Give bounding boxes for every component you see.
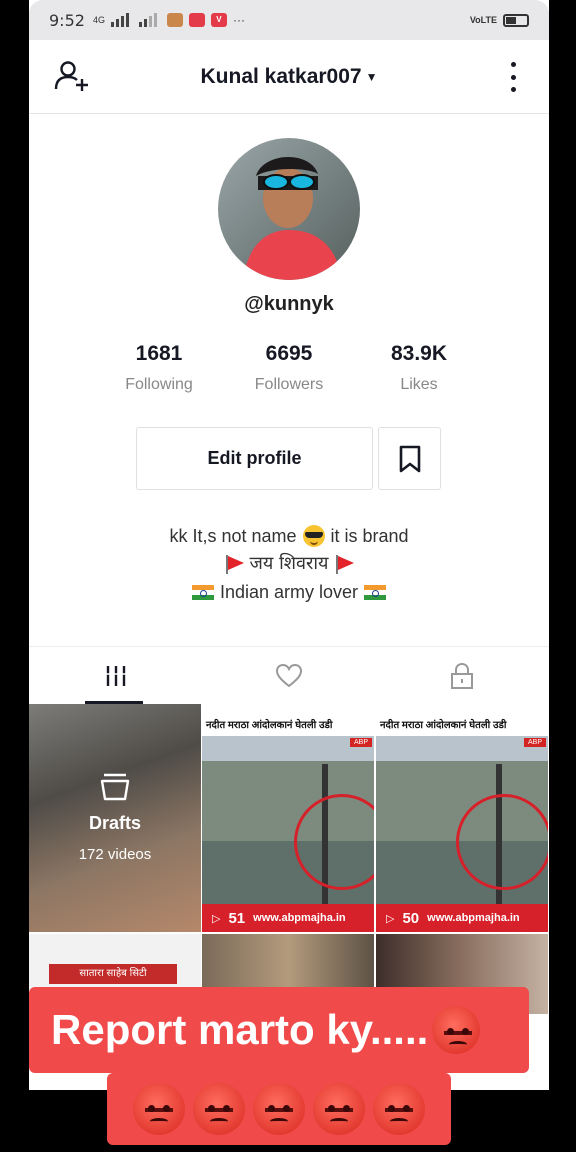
play-icon: ▷: [212, 912, 221, 925]
status-bar: 9:52 4G V ··· VoLTE: [29, 0, 549, 40]
angry-face-icon: [432, 1006, 481, 1054]
news-headline: नदीत मराठा आंदोलकानं घेतली उडी: [376, 714, 548, 736]
angry-face-icon: [193, 1083, 245, 1135]
video-notification-icon: V: [210, 13, 227, 27]
avatar[interactable]: [218, 138, 360, 280]
stat-value: 83.9K: [390, 342, 448, 365]
channel-tag: ABP: [523, 738, 546, 747]
drafts-tile[interactable]: Drafts 172 videos: [29, 704, 201, 932]
stat-label: Likes: [400, 376, 438, 393]
angry-face-icon: [373, 1083, 425, 1135]
stat-followers[interactable]: 6695 Followers: [229, 342, 349, 394]
red-flag-icon: [334, 554, 355, 574]
profile-tabs: [29, 646, 549, 704]
thumb-topbar: [202, 704, 374, 714]
bookmark-icon: [399, 445, 420, 472]
bookmark-button[interactable]: [378, 427, 441, 490]
grid-icon: [105, 665, 126, 686]
volte-label: VoLTE: [469, 15, 497, 25]
bio-line-3: Indian army lover: [29, 578, 549, 606]
stat-label: Followers: [254, 376, 324, 393]
status-right: VoLTE: [469, 13, 529, 27]
caption-emoji-row: [107, 1073, 451, 1145]
caption-text: Report marto ky.....: [51, 1006, 429, 1053]
username: @kunnyk: [244, 293, 334, 315]
channel-tag: ABP: [349, 738, 372, 747]
angry-face-icon: [313, 1083, 365, 1135]
network-label: 4G: [92, 15, 105, 25]
add-user-icon[interactable]: [53, 58, 91, 96]
account-switcher[interactable]: Kunal katkar007 ▼: [201, 65, 378, 89]
thumb-tag: सातारा साहेब सिटी: [49, 964, 177, 984]
more-vertical-icon[interactable]: [503, 62, 523, 92]
lock-icon: [451, 662, 474, 689]
bio-line-2: जय शिवराय: [29, 550, 549, 578]
tab-private[interactable]: [376, 647, 549, 704]
signal-2-icon: [138, 13, 161, 27]
video-thumbnail[interactable]: नदीत मराठा आंदोलकानं घेतली उडी ABP ▷ 51 …: [202, 704, 374, 932]
thumb-footer: ▷ 51 www.abpmajha.in: [202, 904, 374, 932]
mail-notification-icon: [188, 13, 205, 27]
view-count: 51: [228, 909, 246, 927]
bio-text: जय शिवराय: [249, 553, 329, 574]
stat-following[interactable]: 1681 Following: [99, 342, 219, 394]
india-flag-icon: [191, 584, 214, 600]
stat-label: Following: [125, 376, 193, 393]
stat-value: 6695: [265, 342, 313, 365]
highlight-circle: [294, 794, 374, 890]
news-url: www.abpmajha.in: [427, 912, 520, 924]
signal-icon: [110, 13, 133, 27]
bio-text: it is brand: [330, 526, 409, 546]
bio-text: kk It,s not name: [169, 526, 297, 546]
phone-screen: 9:52 4G V ··· VoLTE Kunal katkar007 ▼ @k…: [29, 0, 549, 1090]
stat-value: 1681: [135, 342, 183, 365]
more-notifications-icon: ···: [232, 13, 245, 27]
highlight-circle: [456, 794, 548, 890]
status-icons: 4G V ···: [93, 13, 245, 27]
angry-face-icon: [253, 1083, 305, 1135]
thumb-footer: ▷ 50 www.abpmajha.in: [376, 904, 548, 932]
stat-likes[interactable]: 83.9K Likes: [359, 342, 479, 394]
drafts-box-icon: [100, 773, 130, 801]
status-time: 9:52: [49, 10, 85, 30]
tab-liked[interactable]: [202, 647, 375, 704]
bio-text: Indian army lover: [219, 582, 359, 602]
news-url: www.abpmajha.in: [253, 912, 346, 924]
thumb-topbar: [376, 704, 548, 714]
drafts-count: 172 videos: [78, 846, 152, 863]
red-flag-icon: [224, 554, 244, 574]
news-headline: नदीत मराठा आंदोलकानं घेतली उडी: [202, 714, 374, 736]
view-count: 50: [402, 909, 420, 927]
profile-header: Kunal katkar007 ▼: [29, 40, 549, 114]
drafts-label: Drafts: [88, 813, 141, 833]
bio-line-1: kk It,s not name it is brand: [29, 522, 549, 550]
app-notification-icon: [166, 13, 183, 27]
battery-icon: [503, 13, 529, 27]
drafts-overlay: Drafts 172 videos: [29, 704, 201, 932]
account-name: Kunal katkar007: [200, 64, 362, 88]
edit-profile-button[interactable]: Edit profile: [136, 427, 373, 490]
play-icon: ▷: [386, 912, 395, 925]
india-flag-icon: [364, 584, 387, 600]
caption-overlay: Report marto ky.....: [29, 987, 529, 1073]
video-thumbnail[interactable]: नदीत मराठा आंदोलकानं घेतली उडी ABP ▷ 50 …: [376, 704, 548, 932]
profile-stats: 1681 Following 6695 Followers 83.9K Like…: [99, 342, 479, 394]
caret-down-icon: ▼: [365, 69, 378, 84]
angry-face-icon: [133, 1083, 185, 1135]
heart-icon: [275, 663, 302, 687]
bio: kk It,s not name it is brand जय शिवराय I…: [29, 522, 549, 606]
sunglasses-emoji-icon: [302, 525, 325, 547]
tab-videos[interactable]: [29, 647, 202, 704]
